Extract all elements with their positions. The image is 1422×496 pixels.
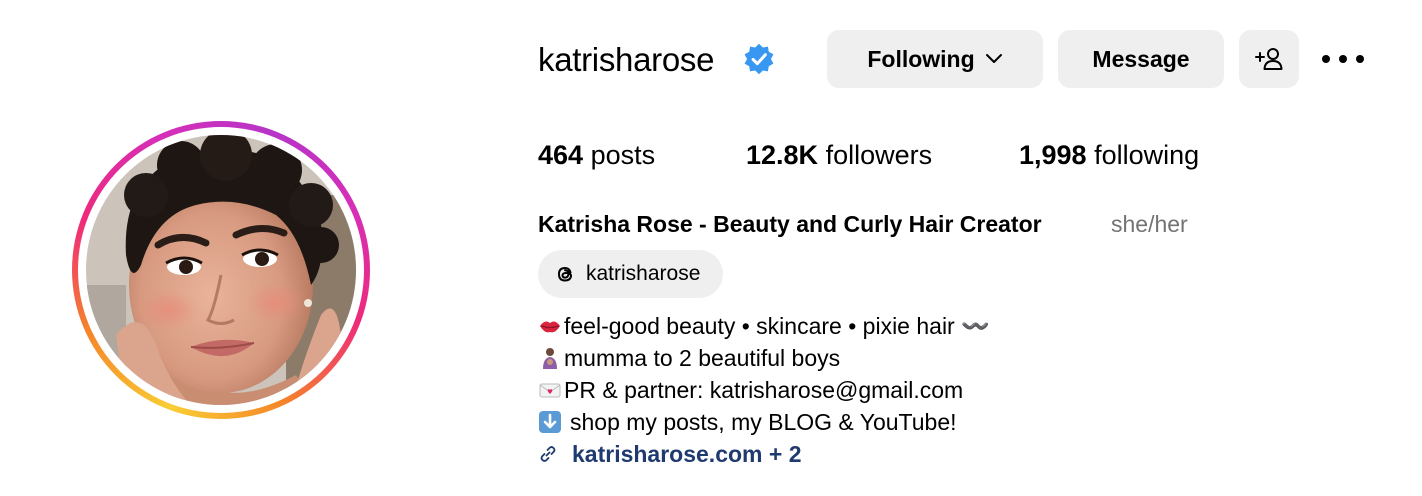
bio-text: PR & partner: katrisharose@gmail.com (564, 377, 964, 403)
suggested-users-button[interactable] (1239, 30, 1299, 88)
bio-line: PR & partner: katrisharose@gmail.com (538, 374, 990, 406)
posts-count: 464 posts (538, 138, 655, 172)
external-link[interactable]: katrisharose.com + 2 (538, 437, 801, 471)
link-icon (540, 446, 556, 462)
threads-link[interactable]: katrisharose (538, 250, 723, 298)
posts-label: posts (590, 140, 656, 170)
more-dot (1356, 55, 1364, 63)
avatar-image (86, 135, 356, 405)
followers-number: 12.8K (746, 140, 819, 170)
add-person-icon (1255, 48, 1283, 70)
following-button-label: Following (867, 45, 975, 72)
threads-handle: katrisharose (586, 262, 701, 285)
chevron-down-icon (985, 54, 1002, 63)
more-options-icon[interactable] (1322, 44, 1364, 74)
more-dot (1322, 55, 1330, 63)
bio-text: mumma to 2 beautiful boys (564, 345, 841, 371)
following-link[interactable]: 1,998 following (1019, 138, 1199, 172)
down-arrow-icon (539, 411, 561, 433)
story-ring[interactable] (72, 121, 370, 419)
username: katrisharose (538, 41, 715, 78)
link-text: katrisharose.com + 2 (572, 440, 802, 467)
bio-text: feel-good beauty • skincare • pixie hair… (564, 313, 990, 339)
followers-label: followers (825, 140, 933, 170)
bio-text: shop my posts, my BLOG & YouTube! (570, 409, 957, 435)
followers-link[interactable]: 12.8K followers (746, 138, 932, 172)
avatar-border (78, 127, 364, 413)
bio-line: mumma to 2 beautiful boys (538, 342, 990, 374)
message-button[interactable]: Message (1058, 30, 1224, 88)
profile-avatar[interactable] (86, 135, 356, 405)
full-name: Katrisha Rose - Beauty and Curly Hair Cr… (538, 211, 1042, 237)
more-dot (1339, 55, 1347, 63)
pronouns: she/her (1111, 211, 1188, 237)
verified-badge-icon (744, 43, 774, 75)
message-button-label: Message (1092, 45, 1190, 72)
bio-line: shop my posts, my BLOG & YouTube! (538, 406, 990, 438)
mother-baby-icon (543, 348, 557, 369)
posts-number: 464 (538, 140, 584, 170)
love-letter-icon (539, 383, 561, 398)
threads-icon (557, 266, 573, 282)
bio-line: feel-good beauty • skincare • pixie hair… (538, 310, 990, 342)
lips-icon (540, 321, 560, 333)
following-button[interactable]: Following (827, 30, 1043, 88)
bio: feel-good beauty • skincare • pixie hair… (538, 310, 990, 438)
following-label: following (1094, 140, 1200, 170)
following-number: 1,998 (1019, 140, 1087, 170)
